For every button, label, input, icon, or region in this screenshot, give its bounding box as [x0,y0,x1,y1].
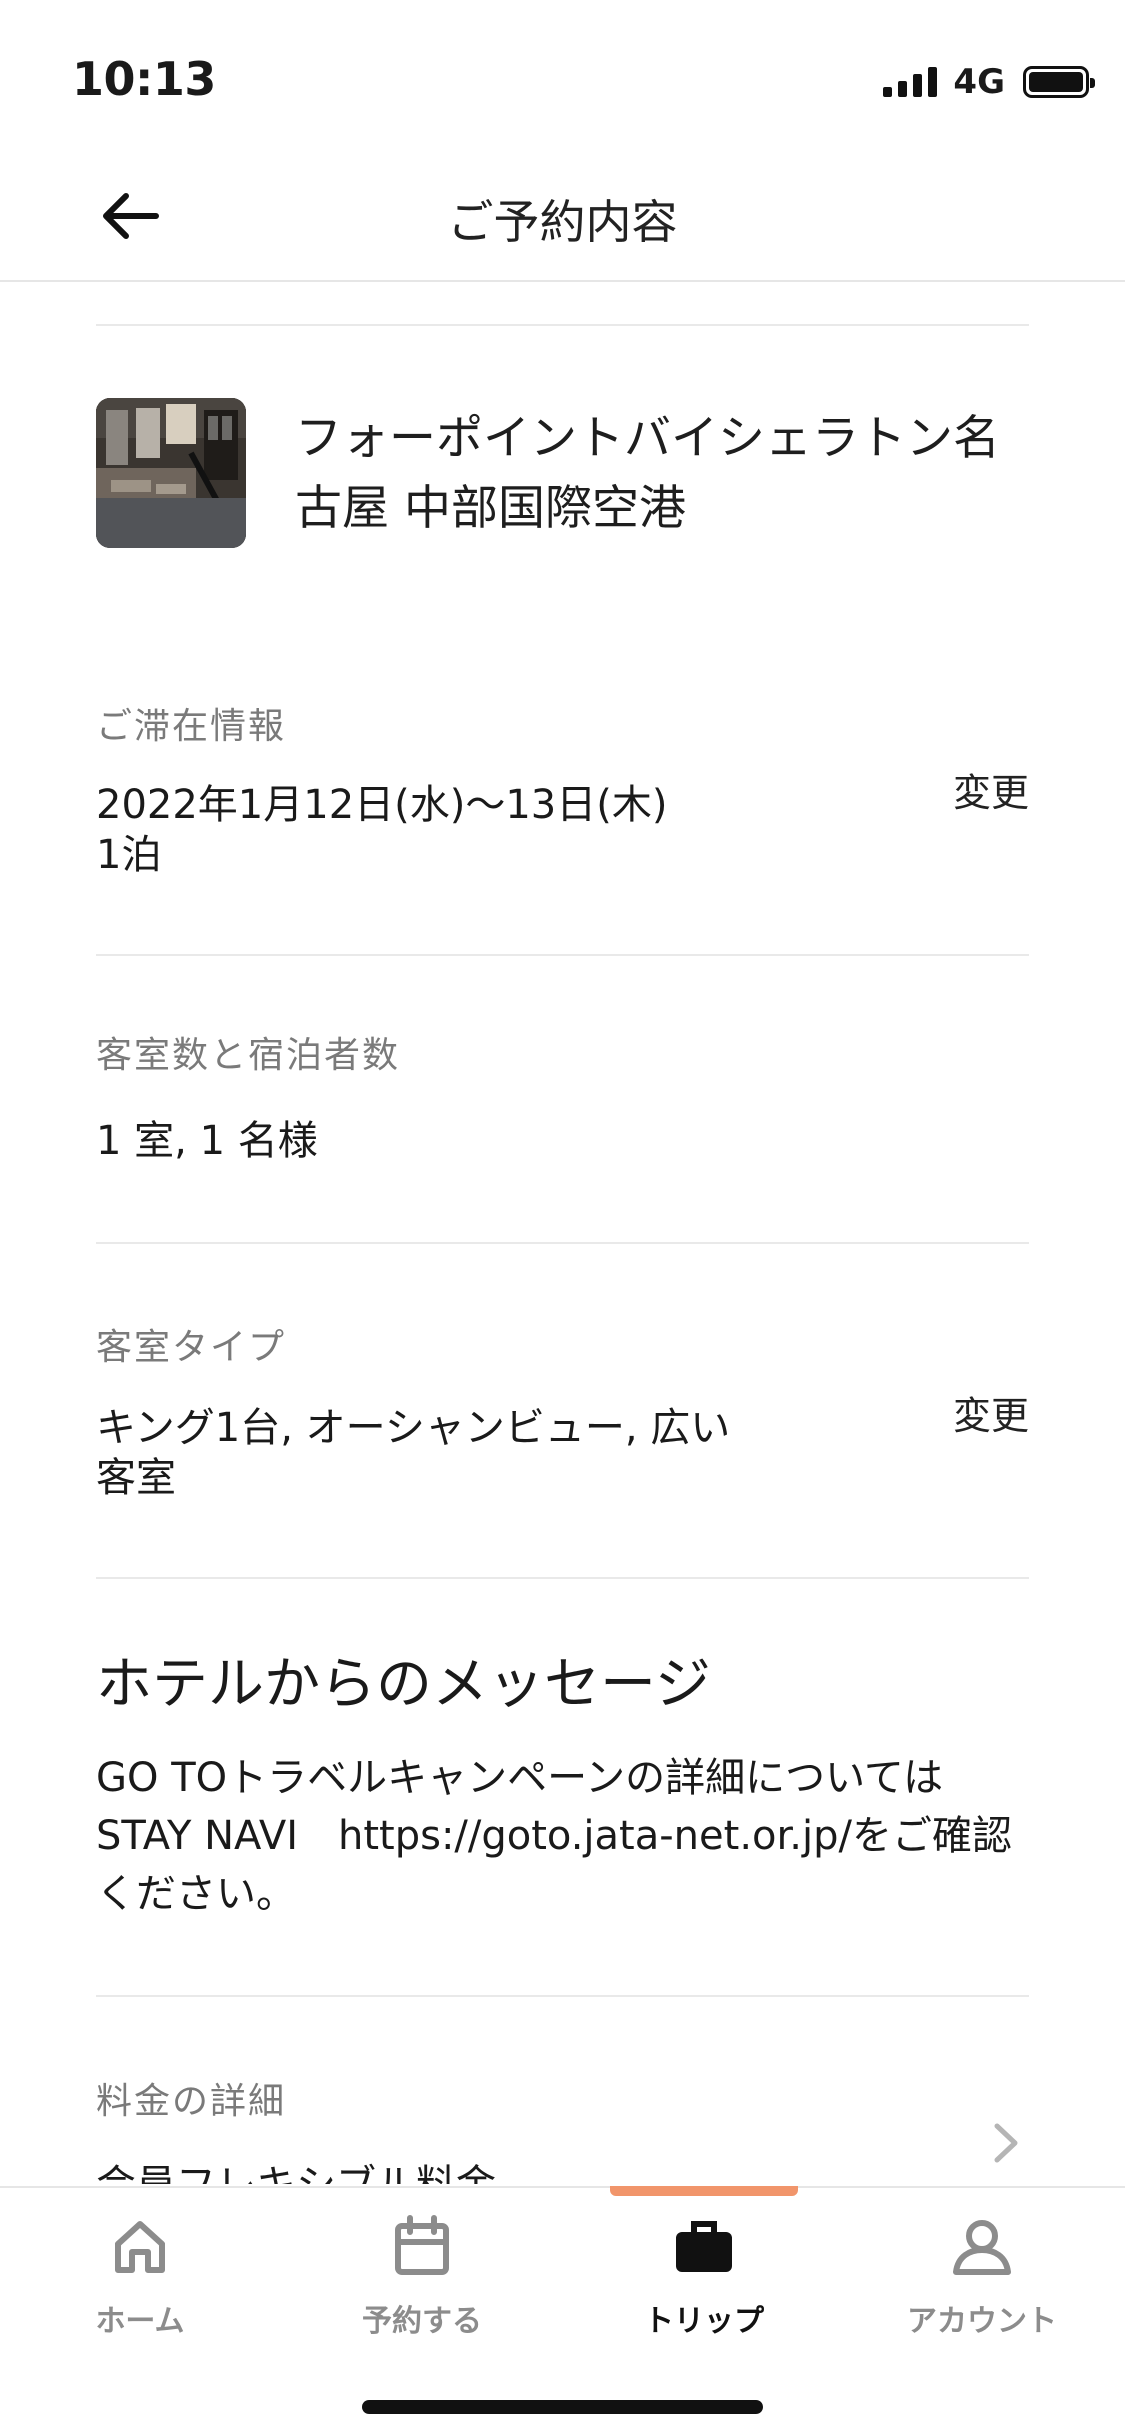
divider [96,1995,1029,1997]
room-type-line: キング1台, オーシャンビュー, 広い [96,1405,731,1451]
stay-nights: 1泊 [96,832,162,878]
hotel-name-line: 古屋 中部国際空港 [295,481,686,536]
room-type-line: 客室 [96,1455,176,1501]
active-tab-indicator [610,2186,798,2196]
calendar-icon [395,2215,449,2275]
tab-label: アカウント [907,2304,1057,2339]
home-indicator[interactable] [362,2400,763,2414]
status-bar: 10:13 4G [0,0,1125,150]
page-title: ご予約内容 [447,195,678,249]
change-stay-button[interactable]: 変更 [953,762,1029,817]
tab-bar: ホーム 予約する トリップ アカウント [0,2186,1125,2436]
briefcase-icon [676,2221,732,2272]
hotel-message-heading: ホテルからのメッセージ [96,1652,711,1717]
tab-trip[interactable]: トリップ [594,2214,814,2340]
navigation-bar: ご予約内容 [0,150,1125,282]
cellular-signal-icon [883,67,938,97]
stay-info-label: ご滞在情報 [96,706,287,747]
status-indicators: 4G [883,62,1095,102]
home-icon [115,2221,165,2273]
tab-home[interactable]: ホーム [30,2214,250,2340]
hotel-name-line: フォーポイントバイシェラトン名 [295,411,1000,466]
reservation-details[interactable]: フォーポイントバイシェラトン名 古屋 中部国際空港 ご滞在情報 2022年1月1… [0,284,1125,2184]
tab-account[interactable]: アカウント [872,2214,1092,2340]
chevron-right-icon [994,2123,1018,2163]
tab-label: トリップ [644,2304,764,2339]
price-rate-name: 会員フレキシブル料金 [96,2160,496,2184]
room-type-label: 客室タイプ [96,1327,287,1368]
network-type: 4G [953,62,1005,102]
status-time: 10:13 [72,52,216,106]
hotel-image [96,398,246,548]
hotel-message-line: GO TOトラベルキャンペーンの詳細については [96,1755,944,1801]
person-icon [953,2220,1011,2275]
divider [96,954,1029,956]
change-room-type-button[interactable]: 変更 [953,1385,1029,1440]
price-details-button[interactable] [985,2118,1025,2168]
price-details-label: 料金の詳細 [96,2081,287,2122]
tab-label: 予約する [362,2304,482,2339]
stay-dates: 2022年1月12日(水)〜13日(木) 1泊 [96,780,667,880]
hotel-message-body: GO TOトラベルキャンペーンの詳細については STAY NAVI https:… [96,1749,1026,1923]
divider [96,1242,1029,1244]
tab-book[interactable]: 予約する [312,2214,532,2340]
divider [96,1577,1029,1579]
rooms-guests-label: 客室数と宿泊者数 [96,1035,401,1076]
hotel-name[interactable]: フォーポイントバイシェラトン名 古屋 中部国際空港 [295,404,1035,544]
room-type-value: キング1台, オーシャンビュー, 広い 客室 [96,1403,730,1503]
hotel-message-line: STAY NAVI https://goto.jata-net.or.jp/をご… [96,1813,1012,1859]
battery-icon [1023,66,1095,98]
divider [96,324,1029,326]
hotel-message-line: ください。 [96,1871,296,1917]
rooms-guests-value: 1 室, 1 名様 [96,1118,318,1164]
tab-label: ホーム [95,2304,185,2339]
stay-date-range: 2022年1月12日(水)〜13日(木) [96,782,668,828]
